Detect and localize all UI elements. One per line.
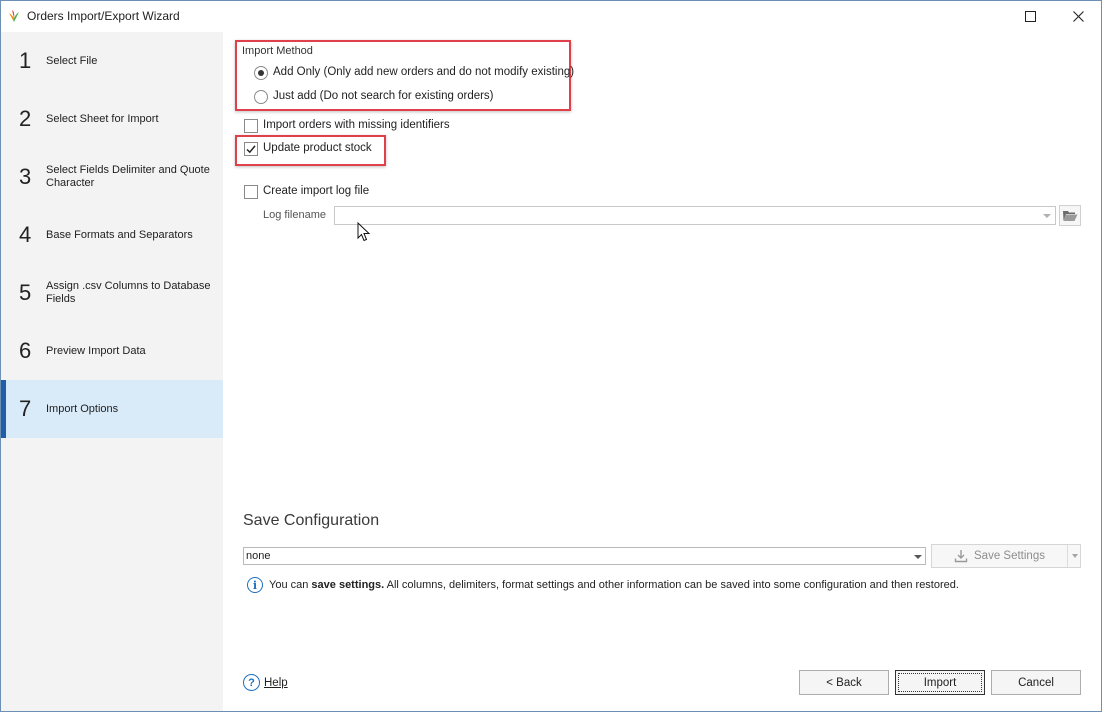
info-icon: i — [247, 577, 263, 593]
chevron-down-icon[interactable] — [1072, 554, 1078, 558]
step-number: 4 — [19, 222, 32, 247]
step-preview[interactable]: 6 Preview Import Data — [1, 322, 223, 380]
title-bar: Orders Import/Export Wizard — [1, 1, 1101, 32]
step-import-options[interactable]: 7 Import Options — [1, 380, 223, 438]
configuration-select-value: none — [246, 550, 271, 562]
step-label: Select Sheet for Import — [46, 112, 159, 125]
import-label: Import — [923, 676, 957, 689]
create-log-label: Create import log file — [263, 185, 370, 197]
checkmark-icon — [246, 145, 256, 154]
save-settings-button[interactable]: Save Settings — [931, 544, 1081, 568]
app-logo-icon — [9, 10, 19, 22]
step-label: Select Fields Delimiter and Quote Charac… — [46, 164, 210, 189]
step-number: 6 — [19, 338, 32, 363]
step-number: 7 — [19, 396, 32, 421]
step-select-file[interactable]: 1 Select File — [1, 32, 223, 90]
checkbox-missing-identifiers[interactable] — [244, 119, 258, 133]
checkbox-update-stock[interactable] — [244, 142, 258, 156]
radio-just-add-label: Just add (Do not search for existing ord… — [273, 90, 494, 102]
download-icon — [954, 550, 968, 563]
help-link[interactable]: ? Help — [243, 674, 288, 691]
checkbox-create-log[interactable] — [244, 185, 258, 199]
radio-add-only[interactable] — [254, 66, 268, 80]
info-prefix: You can — [269, 579, 312, 591]
step-label: Base Formats and Separators — [46, 228, 193, 241]
step-number: 5 — [19, 280, 32, 305]
close-button[interactable] — [1055, 1, 1101, 32]
chevron-down-icon — [1043, 214, 1051, 218]
import-options-panel: Import Method Add Only (Only add new ord… — [223, 32, 1101, 711]
save-settings-main[interactable]: Save Settings — [932, 545, 1067, 567]
step-label: Preview Import Data — [46, 344, 146, 357]
folder-open-icon — [1063, 211, 1078, 221]
chevron-down-icon — [914, 555, 922, 559]
radio-just-add[interactable] — [254, 90, 268, 104]
cancel-button[interactable]: Cancel — [991, 670, 1081, 695]
info-suffix: All columns, delimiters, format settings… — [384, 579, 959, 591]
maximize-icon — [1024, 11, 1036, 22]
window-title: Orders Import/Export Wizard — [27, 9, 180, 23]
help-icon: ? — [243, 674, 260, 691]
close-icon — [1072, 11, 1084, 22]
maximize-button[interactable] — [1007, 1, 1053, 32]
help-label: Help — [264, 676, 288, 689]
log-filename-input[interactable] — [334, 206, 1056, 225]
log-filename-label: Log filename — [263, 209, 326, 221]
cancel-label: Cancel — [1018, 676, 1054, 689]
back-label: < Back — [826, 676, 862, 689]
missing-identifiers-label: Import orders with missing identifiers — [263, 119, 450, 131]
wizard-window: Orders Import/Export Wizard 1 Select Fil… — [0, 0, 1102, 712]
info-bold: save settings. — [311, 579, 385, 591]
step-label: Select File — [46, 54, 98, 67]
import-method-title: Import Method — [242, 45, 313, 57]
save-configuration-title: Save Configuration — [243, 512, 380, 529]
radio-add-only-label: Add Only (Only add new orders and do not… — [273, 66, 575, 78]
step-label: Assign .csv Columns to Database Fields — [46, 280, 211, 305]
step-number: 2 — [19, 106, 32, 131]
update-stock-label: Update product stock — [263, 142, 372, 154]
configuration-select[interactable]: none — [243, 547, 926, 565]
step-select-sheet[interactable]: 2 Select Sheet for Import — [1, 90, 223, 148]
import-button[interactable]: Import — [895, 670, 985, 695]
back-button[interactable]: < Back — [799, 670, 889, 695]
step-delimiter[interactable]: 3 Select Fields Delimiter and Quote Char… — [1, 148, 223, 206]
step-number: 3 — [19, 164, 32, 189]
save-settings-label: Save Settings — [974, 550, 1045, 562]
wizard-steps-sidebar: 1 Select File 2 Select Sheet for Import … — [1, 32, 223, 711]
browse-folder-button[interactable] — [1059, 205, 1081, 226]
step-label: Import Options — [46, 402, 119, 415]
mouse-cursor-icon — [357, 222, 371, 242]
step-number: 1 — [19, 48, 32, 73]
step-assign-columns[interactable]: 5 Assign .csv Columns to Database Fields — [1, 264, 223, 322]
split-divider — [1067, 545, 1068, 567]
step-base-formats[interactable]: 4 Base Formats and Separators — [1, 206, 223, 264]
save-settings-info: i You can save settings. All columns, de… — [247, 577, 959, 593]
